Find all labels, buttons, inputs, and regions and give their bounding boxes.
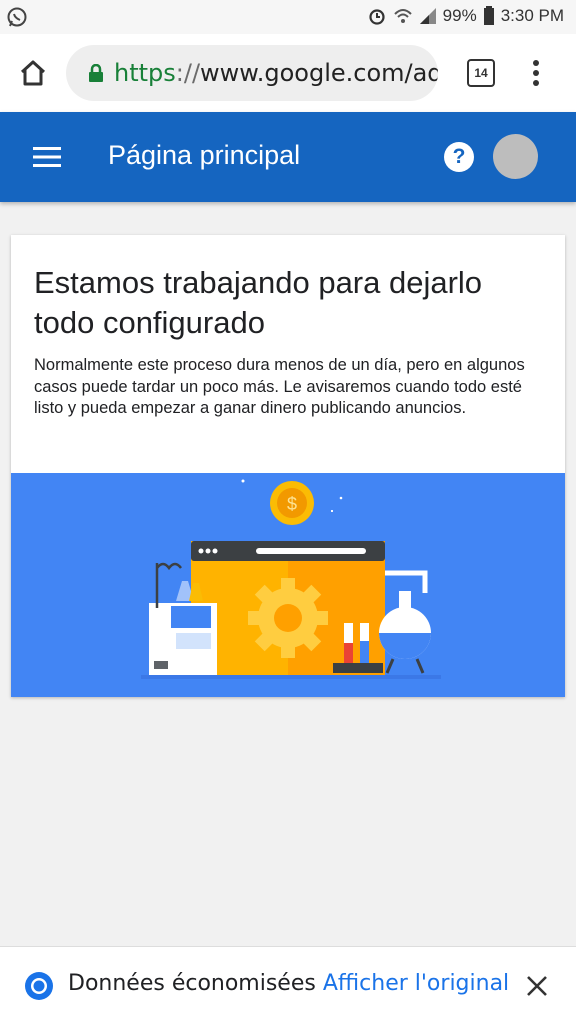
clock: 3:30 PM (500, 6, 564, 25)
url-text: https://www.google.com/ad (114, 59, 438, 87)
card-body: Normalmente este proceso dura menos de u… (34, 356, 525, 417)
avatar[interactable] (493, 134, 538, 179)
browser-toolbar: https://www.google.com/ad 14 (0, 34, 576, 112)
battery-icon (483, 6, 494, 25)
more-menu-icon[interactable] (530, 58, 542, 88)
page-title: Página principal (108, 140, 301, 170)
lock-icon (89, 64, 103, 82)
setup-card: Estamos trabajando para dejarlo todo con… (11, 235, 565, 697)
menu-icon[interactable] (33, 146, 61, 168)
help-icon: ? (452, 145, 466, 168)
data-saver-text: Données économisées (68, 971, 316, 996)
close-icon[interactable] (526, 975, 548, 997)
home-icon[interactable] (18, 58, 48, 88)
help-button[interactable]: ? (444, 142, 474, 172)
setup-illustration: $ (11, 473, 565, 697)
wifi-icon (393, 9, 412, 23)
alarm-icon (369, 9, 385, 25)
data-saver-bar: Données économisées Afficher l'original (0, 946, 576, 1025)
url-separator: :// (175, 59, 201, 87)
signal-icon (419, 8, 436, 24)
battery-percentage: 99% (442, 6, 477, 25)
tab-count: 14 (474, 66, 488, 80)
data-saver-message: Données économisées Afficher l'original (68, 971, 509, 996)
app-bar: Página principal ? (0, 112, 576, 202)
svg-text:$: $ (287, 494, 297, 514)
chrome-logo-icon (25, 972, 53, 1000)
url-scheme: https (114, 59, 176, 87)
url-host: www.google.com/ad (200, 59, 438, 87)
laboratory-illustration: $ (141, 479, 441, 679)
whatsapp-icon (7, 7, 27, 27)
card-heading: Estamos trabajando para dejarlo todo con… (34, 265, 483, 340)
show-original-link[interactable]: Afficher l'original (323, 971, 509, 996)
tab-switcher-button[interactable]: 14 (467, 59, 495, 87)
status-bar: 99% 3:30 PM (0, 0, 576, 34)
url-field[interactable]: https://www.google.com/ad (66, 45, 438, 101)
